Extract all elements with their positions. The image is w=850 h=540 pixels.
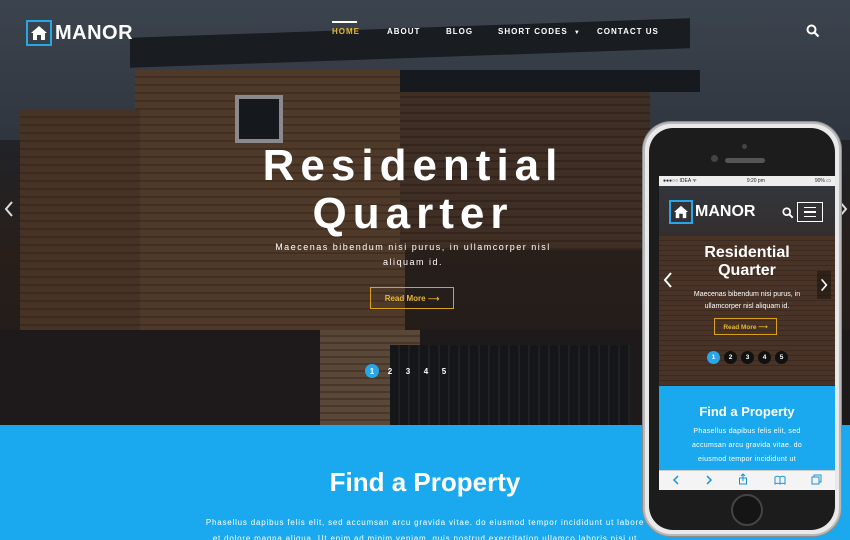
phone-camera	[711, 155, 718, 162]
phone-screen: ●●●○○ IDEA ᯤ 9:20 pm 90% ▭ MANOR Residen…	[659, 176, 835, 490]
house-icon	[669, 200, 693, 224]
nav-blog[interactable]: BLOG	[446, 27, 473, 36]
status-time: 9:20 pm	[746, 178, 765, 184]
hero-subtitle-line2: aliquam id.	[382, 257, 444, 267]
find-property-text-line1: Phasellus dapibus felis elit, sed accums…	[205, 518, 645, 527]
back-icon[interactable]	[672, 472, 680, 490]
phone-logo-text: MANOR	[695, 203, 756, 220]
phone-hero-subtitle: Maecenas bibendum nisi purus, in ullamco…	[679, 289, 815, 313]
slide-dot-5[interactable]: 5	[437, 364, 451, 378]
slide-dot-1[interactable]: 1	[365, 364, 379, 378]
logo-text: MANOR	[55, 21, 134, 44]
status-carrier: ●●●○○ IDEA ᯤ	[663, 178, 697, 184]
nav-active-indicator	[332, 21, 357, 23]
find-property-text-line2: et dolore magna aliqua. Ut enim ad minim…	[212, 534, 638, 540]
phone-find-property-text: Phasellus dapibus felis elit, sed accums…	[669, 425, 825, 467]
phone-hero-title-line2: Quarter	[718, 262, 776, 279]
slide-dot-2[interactable]: 2	[383, 364, 397, 378]
phone-browser-toolbar	[659, 470, 835, 490]
phone-slide-dot-1[interactable]: 1	[707, 351, 720, 364]
phone-slide-dot-4[interactable]: 4	[758, 351, 771, 364]
phone-mockup: ●●●○○ IDEA ᯤ 9:20 pm 90% ▭ MANOR Residen…	[643, 122, 841, 536]
phone-slide-dot-3[interactable]: 3	[741, 351, 754, 364]
phone-find-text-line3: eiusmod tempor incididunt ut	[698, 456, 796, 463]
search-icon[interactable]	[782, 206, 794, 224]
hero-subtitle-line1: Maecenas bibendum nisi purus, in ullamco…	[275, 242, 551, 252]
find-property-text: Phasellus dapibus felis elit, sed accums…	[200, 515, 650, 540]
phone-sensor	[742, 144, 747, 149]
status-battery: 90% ▭	[814, 178, 831, 184]
phone-find-text-line2: accumsan arcu gravida vitae. do	[691, 442, 803, 449]
tabs-icon[interactable]	[811, 472, 822, 490]
house-icon	[26, 20, 52, 46]
hero-subtitle: Maecenas bibendum nisi purus, in ullamco…	[255, 240, 571, 270]
nav-blog-label: BLOG	[446, 27, 474, 36]
phone-read-more-button[interactable]: Read More ⟶	[714, 318, 777, 335]
phone-hero-title-line1: Residential	[704, 244, 790, 261]
chevron-left-icon[interactable]	[4, 200, 14, 223]
phone-find-property-section: Find a Property Phasellus dapibus felis …	[659, 386, 835, 470]
bookmarks-icon[interactable]	[774, 472, 786, 490]
share-icon[interactable]	[738, 472, 748, 490]
phone-slide-dot-5[interactable]: 5	[775, 351, 788, 364]
caret-down-icon: ▼	[573, 30, 581, 36]
phone-speaker	[725, 158, 765, 163]
phone-status-bar: ●●●○○ IDEA ᯤ 9:20 pm 90% ▭	[659, 176, 835, 186]
slide-dot-3[interactable]: 3	[401, 364, 415, 378]
slider-pagination: 1 2 3 4 5	[365, 364, 455, 378]
phone-find-text-line1: Phasellus dapibus felis elit, sed	[693, 428, 801, 435]
search-icon[interactable]	[806, 24, 820, 43]
chevron-right-icon[interactable]	[817, 271, 831, 299]
nav-contact-label: CONTACT US	[597, 27, 659, 36]
nav-about-label: ABOUT	[387, 27, 421, 36]
phone-hero-subtitle-line2: ullamcorper nisl aliquam id.	[704, 303, 790, 310]
nav-contact[interactable]: CONTACT US	[597, 27, 659, 36]
chevron-left-icon[interactable]	[663, 271, 673, 294]
nav-short-codes[interactable]: SHORT CODES ▼	[498, 27, 581, 36]
nav-short-codes-label: SHORT CODES	[498, 27, 568, 36]
forward-icon[interactable]	[705, 472, 713, 490]
hamburger-menu-icon[interactable]	[797, 202, 823, 222]
phone-find-property-title: Find a Property	[699, 404, 795, 419]
phone-slider-pagination: 1 2 3 4 5	[707, 351, 792, 364]
phone-hero-title: Residential Quarter	[659, 244, 835, 280]
phone-body: ●●●○○ IDEA ᯤ 9:20 pm 90% ▭ MANOR Residen…	[649, 128, 835, 530]
phone-hero: MANOR Residential Quarter Maecenas biben…	[659, 186, 835, 386]
phone-home-button[interactable]	[731, 494, 763, 526]
read-more-button[interactable]: Read More ⟶	[370, 287, 454, 309]
site-logo[interactable]: MANOR	[26, 20, 133, 46]
phone-hero-subtitle-line1: Maecenas bibendum nisi purus, in	[693, 291, 801, 298]
phone-site-logo[interactable]: MANOR	[669, 200, 755, 224]
nav-about[interactable]: ABOUT	[387, 27, 420, 36]
phone-slide-dot-2[interactable]: 2	[724, 351, 737, 364]
nav-home-label: HOME	[332, 27, 360, 36]
slide-dot-4[interactable]: 4	[419, 364, 433, 378]
nav-home[interactable]: HOME	[332, 21, 360, 36]
